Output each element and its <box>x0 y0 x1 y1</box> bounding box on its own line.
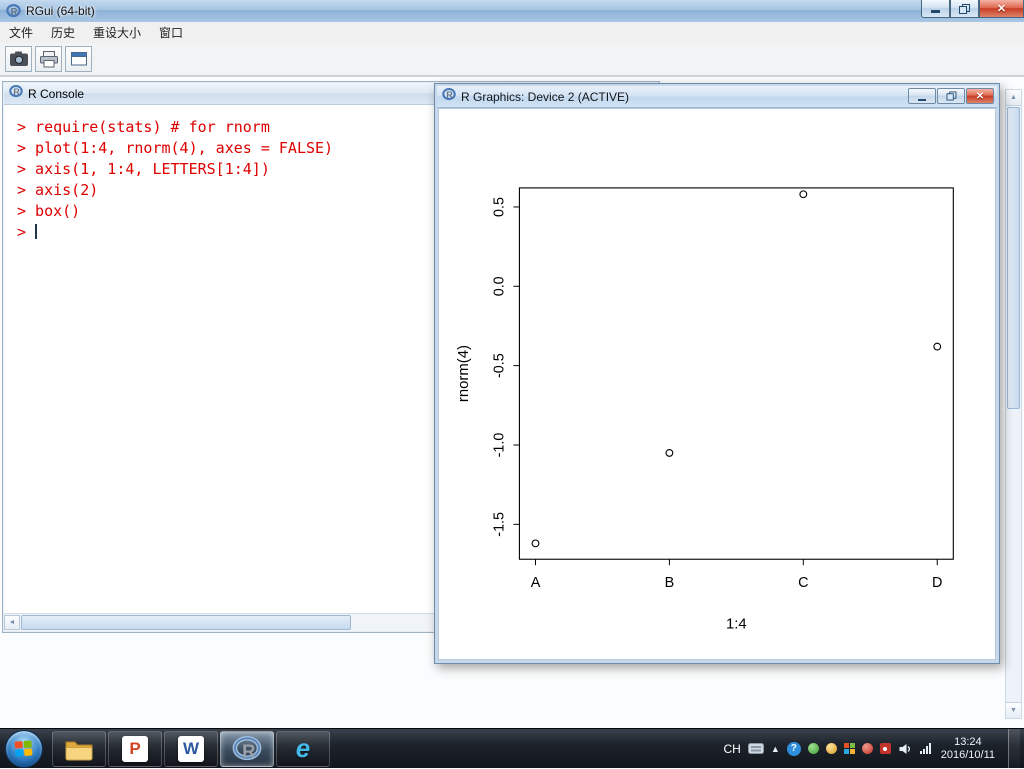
window-controls: ✕ <box>921 0 1024 18</box>
minimize-icon <box>918 98 926 101</box>
action-center-icon[interactable]: ? <box>786 741 801 756</box>
taskbar-explorer-button[interactable] <box>52 730 106 767</box>
r-logo-icon: R <box>232 735 262 761</box>
svg-text:A: A <box>531 575 541 591</box>
scrollbar-thumb[interactable] <box>21 615 351 630</box>
close-button[interactable]: ✕ <box>979 0 1024 18</box>
svg-text:R: R <box>242 740 256 761</box>
start-button[interactable] <box>5 729 43 768</box>
text-caret <box>35 224 38 239</box>
print-button[interactable] <box>35 46 62 72</box>
graphics-maximize-button[interactable] <box>937 88 965 104</box>
svg-text:R: R <box>13 87 20 97</box>
r-logo-icon: R <box>6 4 21 18</box>
toolbar <box>0 43 1024 76</box>
close-icon: ✕ <box>996 3 1007 15</box>
graphics-window: R R Graphics: Device 2 (ACTIVE) ✕ A B C D 0.… <box>434 83 1000 664</box>
menu-resize[interactable]: 重设大小 <box>84 21 150 44</box>
powerpoint-icon: P <box>122 735 148 762</box>
menu-history[interactable]: 历史 <box>42 21 84 44</box>
maximize-icon <box>946 91 956 101</box>
svg-text:0.5: 0.5 <box>492 197 508 217</box>
scroll-down-icon[interactable]: ▼ <box>1006 702 1021 718</box>
windows-logo-icon <box>14 739 33 757</box>
scroll-left-icon[interactable]: ◄ <box>4 615 20 630</box>
window-title: RGui (64-bit) <box>26 4 95 18</box>
menu-window[interactable]: 窗口 <box>150 21 192 44</box>
minimize-icon <box>931 10 940 13</box>
network-icon[interactable] <box>919 743 931 754</box>
menubar: 文件 历史 重设大小 窗口 <box>0 22 1024 44</box>
svg-text:B: B <box>665 575 675 591</box>
graphics-window-controls: ✕ <box>908 88 994 104</box>
svg-text:rnorm(4): rnorm(4) <box>456 345 472 402</box>
svg-text:0.0: 0.0 <box>492 276 508 296</box>
minimize-button[interactable] <box>921 0 950 18</box>
r-graphics-icon: R <box>442 87 456 106</box>
taskbar: P W R e CH ▲ ? 13:24 2016/10/11 <box>0 728 1024 769</box>
graphics-title: R Graphics: Device 2 (ACTIVE) <box>461 89 630 104</box>
console-title: R Console <box>28 86 85 101</box>
taskbar-ie-button[interactable]: e <box>276 730 330 767</box>
printer-icon <box>39 50 58 67</box>
plot-canvas: A B C D 0.5 0.0 -0.5 -1.0 -1.5 1:4 rnorm(4) <box>438 108 996 660</box>
plot-svg: A B C D 0.5 0.0 -0.5 -1.0 -1.5 1:4 rnorm(4) <box>456 187 954 633</box>
taskbar-powerpoint-button[interactable]: P <box>108 730 162 767</box>
volume-icon[interactable] <box>898 743 913 755</box>
camera-icon <box>9 51 28 66</box>
mdi-vertical-scrollbar[interactable]: ▲ ▼ <box>1005 89 1022 719</box>
tray-clock[interactable]: 13:24 2016/10/11 <box>941 736 995 762</box>
taskbar-r-button[interactable]: R <box>220 730 274 767</box>
restore-icon <box>959 3 970 14</box>
svg-text:R: R <box>11 7 18 18</box>
keyboard-icon[interactable] <box>747 743 764 754</box>
svg-text:D: D <box>932 575 942 591</box>
system-tray: CH ▲ ? 13:24 2016/10/11 <box>723 728 1024 769</box>
tray-alert-icon[interactable] <box>879 743 891 754</box>
mdi-client-area: R R Console > require(stats) # for rnorm… <box>0 76 1024 728</box>
taskbar-apps: P W R e <box>51 729 331 769</box>
svg-text:-1.0: -1.0 <box>492 433 508 458</box>
svg-text:-1.5: -1.5 <box>492 512 508 537</box>
r-console-icon: R <box>9 84 23 103</box>
svg-text:1:4: 1:4 <box>726 617 747 633</box>
menu-file[interactable]: 文件 <box>0 21 42 44</box>
copy-button[interactable] <box>5 46 32 72</box>
graphics-titlebar[interactable]: R R Graphics: Device 2 (ACTIVE) ✕ <box>437 86 997 108</box>
svg-text:C: C <box>798 575 808 591</box>
tray-color-grid-icon[interactable] <box>843 743 855 754</box>
close-icon: ✕ <box>975 90 985 102</box>
show-desktop-button[interactable] <box>1008 728 1020 769</box>
clock-time: 13:24 <box>954 735 982 748</box>
scrollbar-thumb[interactable] <box>1007 107 1020 409</box>
internet-explorer-icon: e <box>295 733 311 763</box>
clock-date: 2016/10/11 <box>940 748 995 761</box>
tray-status-green-icon[interactable] <box>807 743 819 754</box>
svg-text:-0.5: -0.5 <box>492 353 508 378</box>
graphics-minimize-button[interactable] <box>908 88 936 104</box>
folder-icon <box>65 741 93 760</box>
windows-button[interactable] <box>65 46 92 72</box>
graphics-close-button[interactable]: ✕ <box>966 88 994 104</box>
show-hidden-icons-icon[interactable]: ▲ <box>771 744 780 754</box>
tray-status-red-icon[interactable] <box>861 743 873 754</box>
taskbar-word-button[interactable]: W <box>164 730 218 767</box>
scroll-up-icon[interactable]: ▲ <box>1006 90 1021 106</box>
main-titlebar[interactable]: R RGui (64-bit) ✕ <box>0 0 1024 23</box>
word-icon: W <box>178 735 204 762</box>
language-indicator[interactable]: CH <box>723 742 740 756</box>
window-icon <box>70 52 87 66</box>
restore-button[interactable] <box>950 0 979 18</box>
tray-status-gold-icon[interactable] <box>825 743 837 754</box>
svg-text:R: R <box>446 90 453 100</box>
